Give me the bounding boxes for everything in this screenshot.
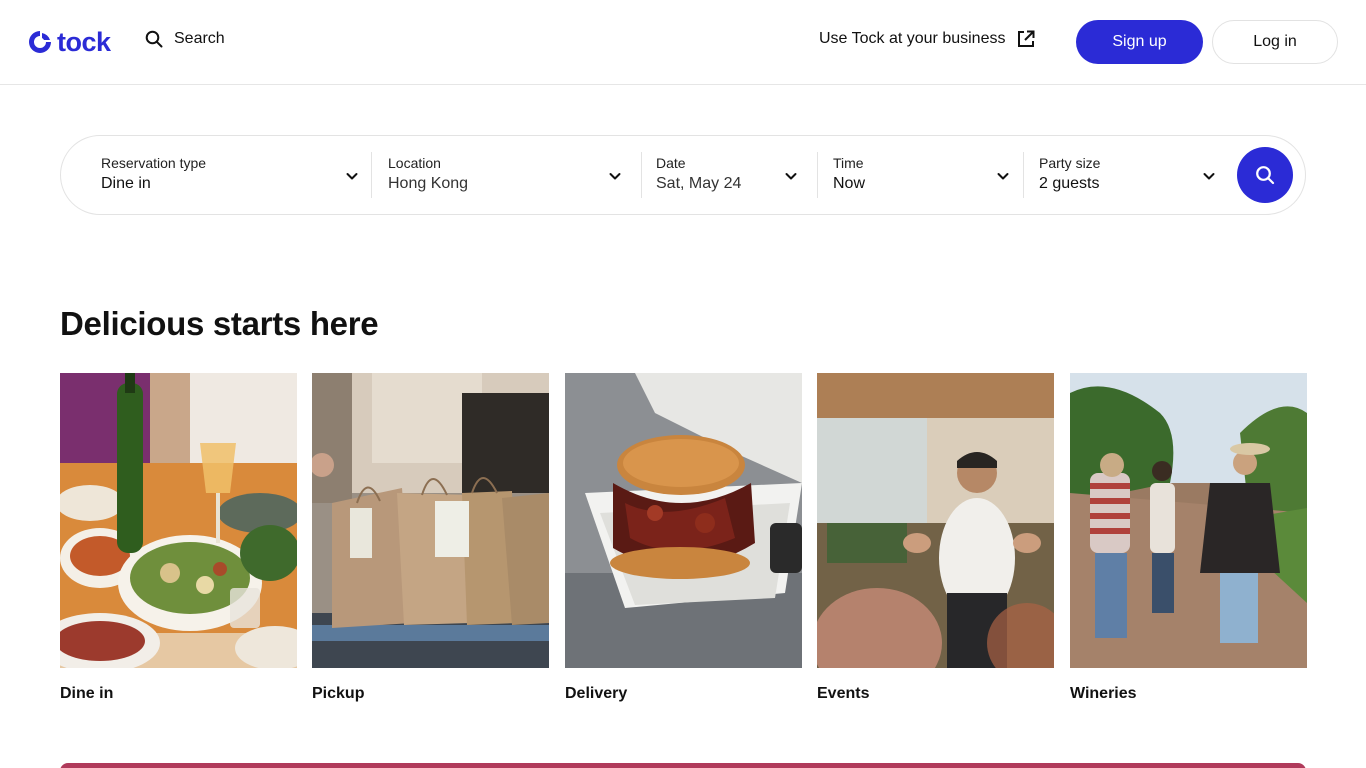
business-link-label: Use Tock at your business bbox=[819, 30, 1006, 47]
top-nav: tock Search Use Tock at your business Si… bbox=[0, 0, 1366, 85]
location-value: Hong Kong bbox=[388, 175, 469, 192]
search-link[interactable]: Search bbox=[145, 30, 225, 48]
party-size-value: 2 guests bbox=[1039, 175, 1100, 192]
reservation-type-label: Reservation type bbox=[101, 155, 207, 171]
party-size-label: Party size bbox=[1039, 155, 1101, 171]
card-title: Events bbox=[817, 685, 870, 702]
time-label: Time bbox=[833, 155, 864, 171]
logo-text: tock bbox=[57, 26, 111, 57]
time-select[interactable]: Time Now bbox=[817, 136, 1023, 214]
signup-button[interactable]: Sign up bbox=[1076, 20, 1203, 64]
category-card-events[interactable]: Events bbox=[817, 373, 1054, 702]
chevron-down-icon bbox=[997, 173, 1009, 180]
category-card-dine-in[interactable]: Dine in bbox=[60, 373, 297, 702]
business-link[interactable]: Use Tock at your business bbox=[819, 30, 1035, 48]
category-card-pickup[interactable]: Pickup bbox=[312, 373, 549, 702]
search-submit-button[interactable] bbox=[1237, 147, 1293, 203]
party-size-select[interactable]: Party size 2 guests bbox=[1023, 136, 1231, 214]
chevron-down-icon bbox=[785, 173, 797, 180]
external-link-icon bbox=[1018, 30, 1035, 47]
card-title: Wineries bbox=[1070, 685, 1137, 702]
date-select[interactable]: Date Sat, May 24 bbox=[641, 136, 817, 214]
location-select[interactable]: Location Hong Kong bbox=[372, 136, 641, 214]
card-title: Pickup bbox=[312, 685, 365, 702]
login-button[interactable]: Log in bbox=[1212, 20, 1338, 64]
reservation-type-select[interactable]: Reservation type Dine in bbox=[61, 136, 372, 214]
search-icon bbox=[1256, 166, 1275, 185]
search-icon bbox=[145, 30, 163, 48]
search-link-label: Search bbox=[174, 30, 225, 47]
time-value: Now bbox=[833, 175, 866, 192]
chevron-down-icon bbox=[346, 173, 358, 180]
card-title: Dine in bbox=[60, 685, 114, 702]
category-card-wineries[interactable]: Wineries bbox=[1070, 373, 1307, 702]
dine-in-image bbox=[60, 373, 297, 668]
date-value: Sat, May 24 bbox=[656, 175, 742, 192]
delivery-image bbox=[565, 373, 802, 668]
location-label: Location bbox=[388, 155, 441, 171]
card-title: Delivery bbox=[565, 685, 628, 702]
wineries-image bbox=[1070, 373, 1307, 668]
pickup-image bbox=[312, 373, 549, 668]
section-title: Delicious starts here bbox=[60, 305, 379, 342]
chevron-down-icon bbox=[1203, 173, 1215, 180]
promo-banner bbox=[60, 763, 1306, 768]
tock-logo[interactable]: tock bbox=[27, 28, 111, 56]
date-label: Date bbox=[656, 155, 686, 171]
tock-logo-icon bbox=[29, 31, 51, 53]
reservation-type-value: Dine in bbox=[101, 175, 151, 192]
chevron-down-icon bbox=[609, 173, 621, 180]
reservation-search-bar: Reservation type Dine in Location Hong K… bbox=[60, 135, 1306, 215]
category-card-delivery[interactable]: Delivery bbox=[565, 373, 802, 702]
events-image bbox=[817, 373, 1054, 668]
